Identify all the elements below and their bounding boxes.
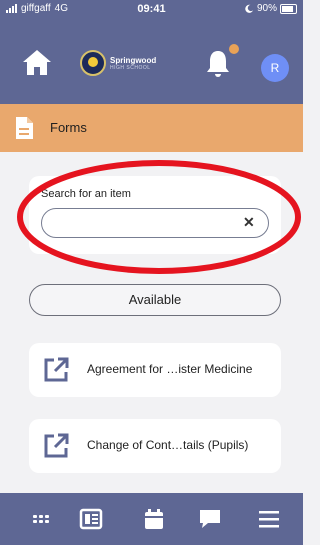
news-icon[interactable] [79, 508, 103, 530]
home-icon[interactable] [22, 48, 52, 76]
apps-grid-icon[interactable] [29, 508, 53, 530]
document-icon [16, 117, 33, 139]
chat-icon[interactable] [198, 508, 222, 530]
section-header: Forms [0, 104, 303, 152]
school-crest-icon [80, 50, 106, 76]
external-link-icon [44, 357, 69, 382]
battery-percent: 90% [256, 3, 277, 14]
status-bar: giffgaff 4G 09:41 90% [0, 0, 303, 18]
notification-badge [229, 44, 239, 54]
annotation-oval [17, 160, 301, 274]
section-title: Forms [50, 120, 87, 135]
avatar[interactable]: R [261, 54, 289, 82]
moon-icon [245, 4, 254, 13]
list-item[interactable]: Agreement for …ister Medicine [29, 343, 281, 397]
list-item-label: Agreement for …ister Medicine [87, 362, 253, 376]
bell-icon[interactable] [205, 48, 231, 78]
logo-subtitle: HIGH SCHOOL [110, 64, 151, 71]
battery-icon [280, 3, 297, 14]
external-link-icon [44, 433, 69, 458]
bottom-nav [0, 493, 303, 545]
available-filter-button[interactable]: Available [29, 284, 281, 316]
list-item-label: Change of Cont…tails (Pupils) [87, 438, 249, 452]
calendar-icon[interactable] [142, 508, 166, 530]
school-logo: Springwood HIGH SCHOOL [80, 50, 160, 76]
logo-title: Springwood [110, 55, 157, 65]
menu-icon[interactable] [257, 508, 281, 530]
list-item[interactable]: Change of Cont…tails (Pupils) [29, 419, 281, 473]
app-header: Springwood HIGH SCHOOL R [0, 18, 303, 104]
